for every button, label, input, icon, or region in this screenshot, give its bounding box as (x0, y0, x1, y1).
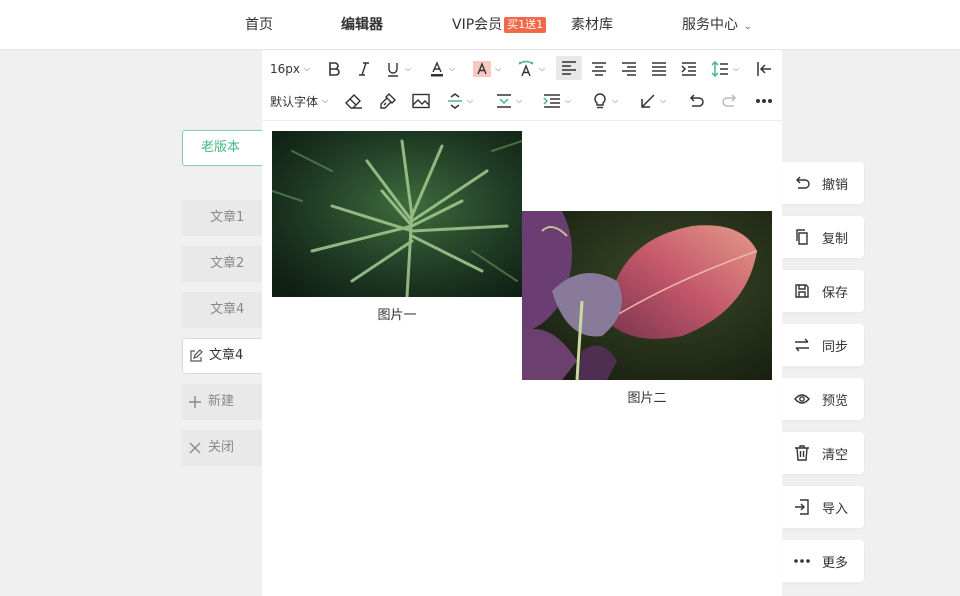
font-size-value: 16px (270, 62, 300, 76)
chevron-down-icon: ⌵ (449, 64, 456, 73)
trash-icon (794, 445, 810, 461)
image-button[interactable] (412, 89, 430, 113)
chevron-down-icon: ⌵ (467, 96, 474, 105)
clear-action-button[interactable]: 清空 (782, 432, 864, 474)
undo-icon (794, 175, 810, 191)
align-center-button[interactable] (591, 57, 607, 81)
copy-icon (794, 229, 810, 245)
image-one-caption: 图片一 (377, 308, 417, 323)
chevron-down-icon: ⌵ (516, 96, 523, 105)
import-icon (794, 499, 810, 515)
chevron-down-icon: ⌵ (539, 64, 546, 73)
chevron-down-icon: ⌵ (495, 64, 502, 73)
italic-button[interactable] (356, 57, 372, 81)
undo-action-button[interactable]: 撤销 (782, 162, 864, 204)
plus-icon (188, 395, 202, 409)
nav-service[interactable]: 服务中心 ⌄ (682, 15, 752, 37)
underline-button[interactable]: ⌵ (385, 57, 411, 81)
chevron-down-icon: ⌵ (733, 64, 740, 73)
font-family-select[interactable]: 默认字体 ⌵ (270, 89, 328, 113)
chevron-down-icon: ⌵ (304, 64, 311, 73)
more-action-button[interactable]: 更多 (782, 540, 864, 582)
line-height-button[interactable]: ⌵ (711, 57, 739, 81)
indent-spacing-button[interactable]: ⌵ (543, 89, 571, 113)
doc-tab-active[interactable]: 文章4 (182, 338, 262, 374)
indent-button[interactable] (681, 57, 697, 81)
image-two[interactable] (522, 211, 772, 380)
nav-materials[interactable]: 素材库 (571, 15, 613, 35)
bold-button[interactable] (326, 57, 342, 81)
top-nav: 首页 编辑器 VIP会员 买1送1 素材库 服务中心 ⌄ (0, 0, 960, 50)
nav-vip[interactable]: VIP会员 买1送1 (452, 15, 547, 35)
doc-tab-1[interactable]: 文章1 (182, 200, 262, 236)
new-doc-label: 新建 (208, 394, 235, 409)
doc-tab-3[interactable]: 文章4 (182, 292, 262, 328)
undo-button[interactable] (688, 89, 704, 113)
more-action-label: 更多 (822, 555, 849, 571)
doc-tab-2[interactable]: 文章2 (182, 246, 262, 282)
chevron-down-icon: ⌄ (744, 22, 752, 32)
lightbulb-button[interactable]: ⌵ (592, 89, 618, 113)
font-color-button[interactable]: ⌵ (429, 57, 455, 81)
save-action-label: 保存 (822, 285, 849, 301)
chevron-down-icon: ⌵ (612, 96, 619, 105)
image-one[interactable] (272, 131, 522, 297)
font-family-value: 默认字体 (270, 94, 319, 109)
close-doc-label: 关闭 (208, 440, 235, 455)
close-icon (188, 441, 202, 455)
more-icon (794, 553, 810, 569)
eraser-button[interactable] (345, 89, 363, 113)
save-action-button[interactable]: 保存 (782, 270, 864, 312)
divider-button[interactable]: ⌵ (447, 89, 473, 113)
nav-service-label: 服务中心 (682, 17, 738, 33)
vip-promo-badge: 买1送1 (504, 17, 547, 33)
copy-action-label: 复制 (822, 231, 849, 247)
import-action-button[interactable]: 导入 (782, 486, 864, 528)
sync-action-label: 同步 (822, 339, 849, 355)
redo-button[interactable] (722, 89, 738, 113)
import-action-label: 导入 (822, 501, 849, 517)
arrow-tool-button[interactable]: ⌵ (640, 89, 666, 113)
preview-action-button[interactable]: 预览 (782, 378, 864, 420)
highlight-color-button[interactable]: ⌵ (473, 57, 501, 81)
toolbar: 16px ⌵ ⌵ ⌵ ⌵ ⌵ ⌵ 默认字体 ⌵ ⌵ ⌵ ⌵ ⌵ ⌵ (262, 50, 782, 121)
format-painter-button[interactable] (379, 89, 397, 113)
more-tools-button[interactable] (755, 89, 773, 113)
new-doc-button[interactable]: 新建 (182, 384, 262, 420)
align-justify-button[interactable] (651, 57, 667, 81)
old-version-button[interactable]: 老版本 (182, 130, 262, 166)
clear-action-label: 清空 (822, 447, 849, 463)
sync-icon (794, 337, 810, 353)
save-icon (794, 283, 810, 299)
nav-home[interactable]: 首页 (245, 15, 273, 35)
image-two-caption: 图片二 (627, 391, 667, 406)
collapse-toolbar-button[interactable] (756, 57, 772, 81)
chevron-down-icon: ⌵ (405, 64, 412, 73)
chevron-down-icon: ⌵ (565, 96, 572, 105)
chevron-down-icon: ⌵ (660, 96, 667, 105)
nav-editor[interactable]: 编辑器 (341, 15, 383, 35)
font-size-select[interactable]: 16px ⌵ (270, 57, 310, 81)
edit-icon (189, 348, 203, 363)
editor-panel: 16px ⌵ ⌵ ⌵ ⌵ ⌵ ⌵ 默认字体 ⌵ ⌵ ⌵ ⌵ ⌵ ⌵ 图片一 图片… (262, 50, 782, 596)
doc-tab-active-label: 文章4 (209, 348, 244, 363)
close-doc-button[interactable]: 关闭 (182, 430, 262, 466)
align-right-button[interactable] (621, 57, 637, 81)
nav-vip-label: VIP会员 (452, 17, 503, 33)
align-left-button[interactable] (556, 56, 582, 80)
text-effect-button[interactable]: ⌵ (517, 57, 545, 81)
undo-action-label: 撤销 (822, 177, 849, 193)
preview-action-label: 预览 (822, 393, 849, 409)
sync-action-button[interactable]: 同步 (782, 324, 864, 366)
chevron-down-icon: ⌵ (322, 96, 329, 105)
copy-action-button[interactable]: 复制 (782, 216, 864, 258)
eye-icon (794, 391, 810, 407)
paragraph-spacing-button[interactable]: ⌵ (496, 89, 522, 113)
